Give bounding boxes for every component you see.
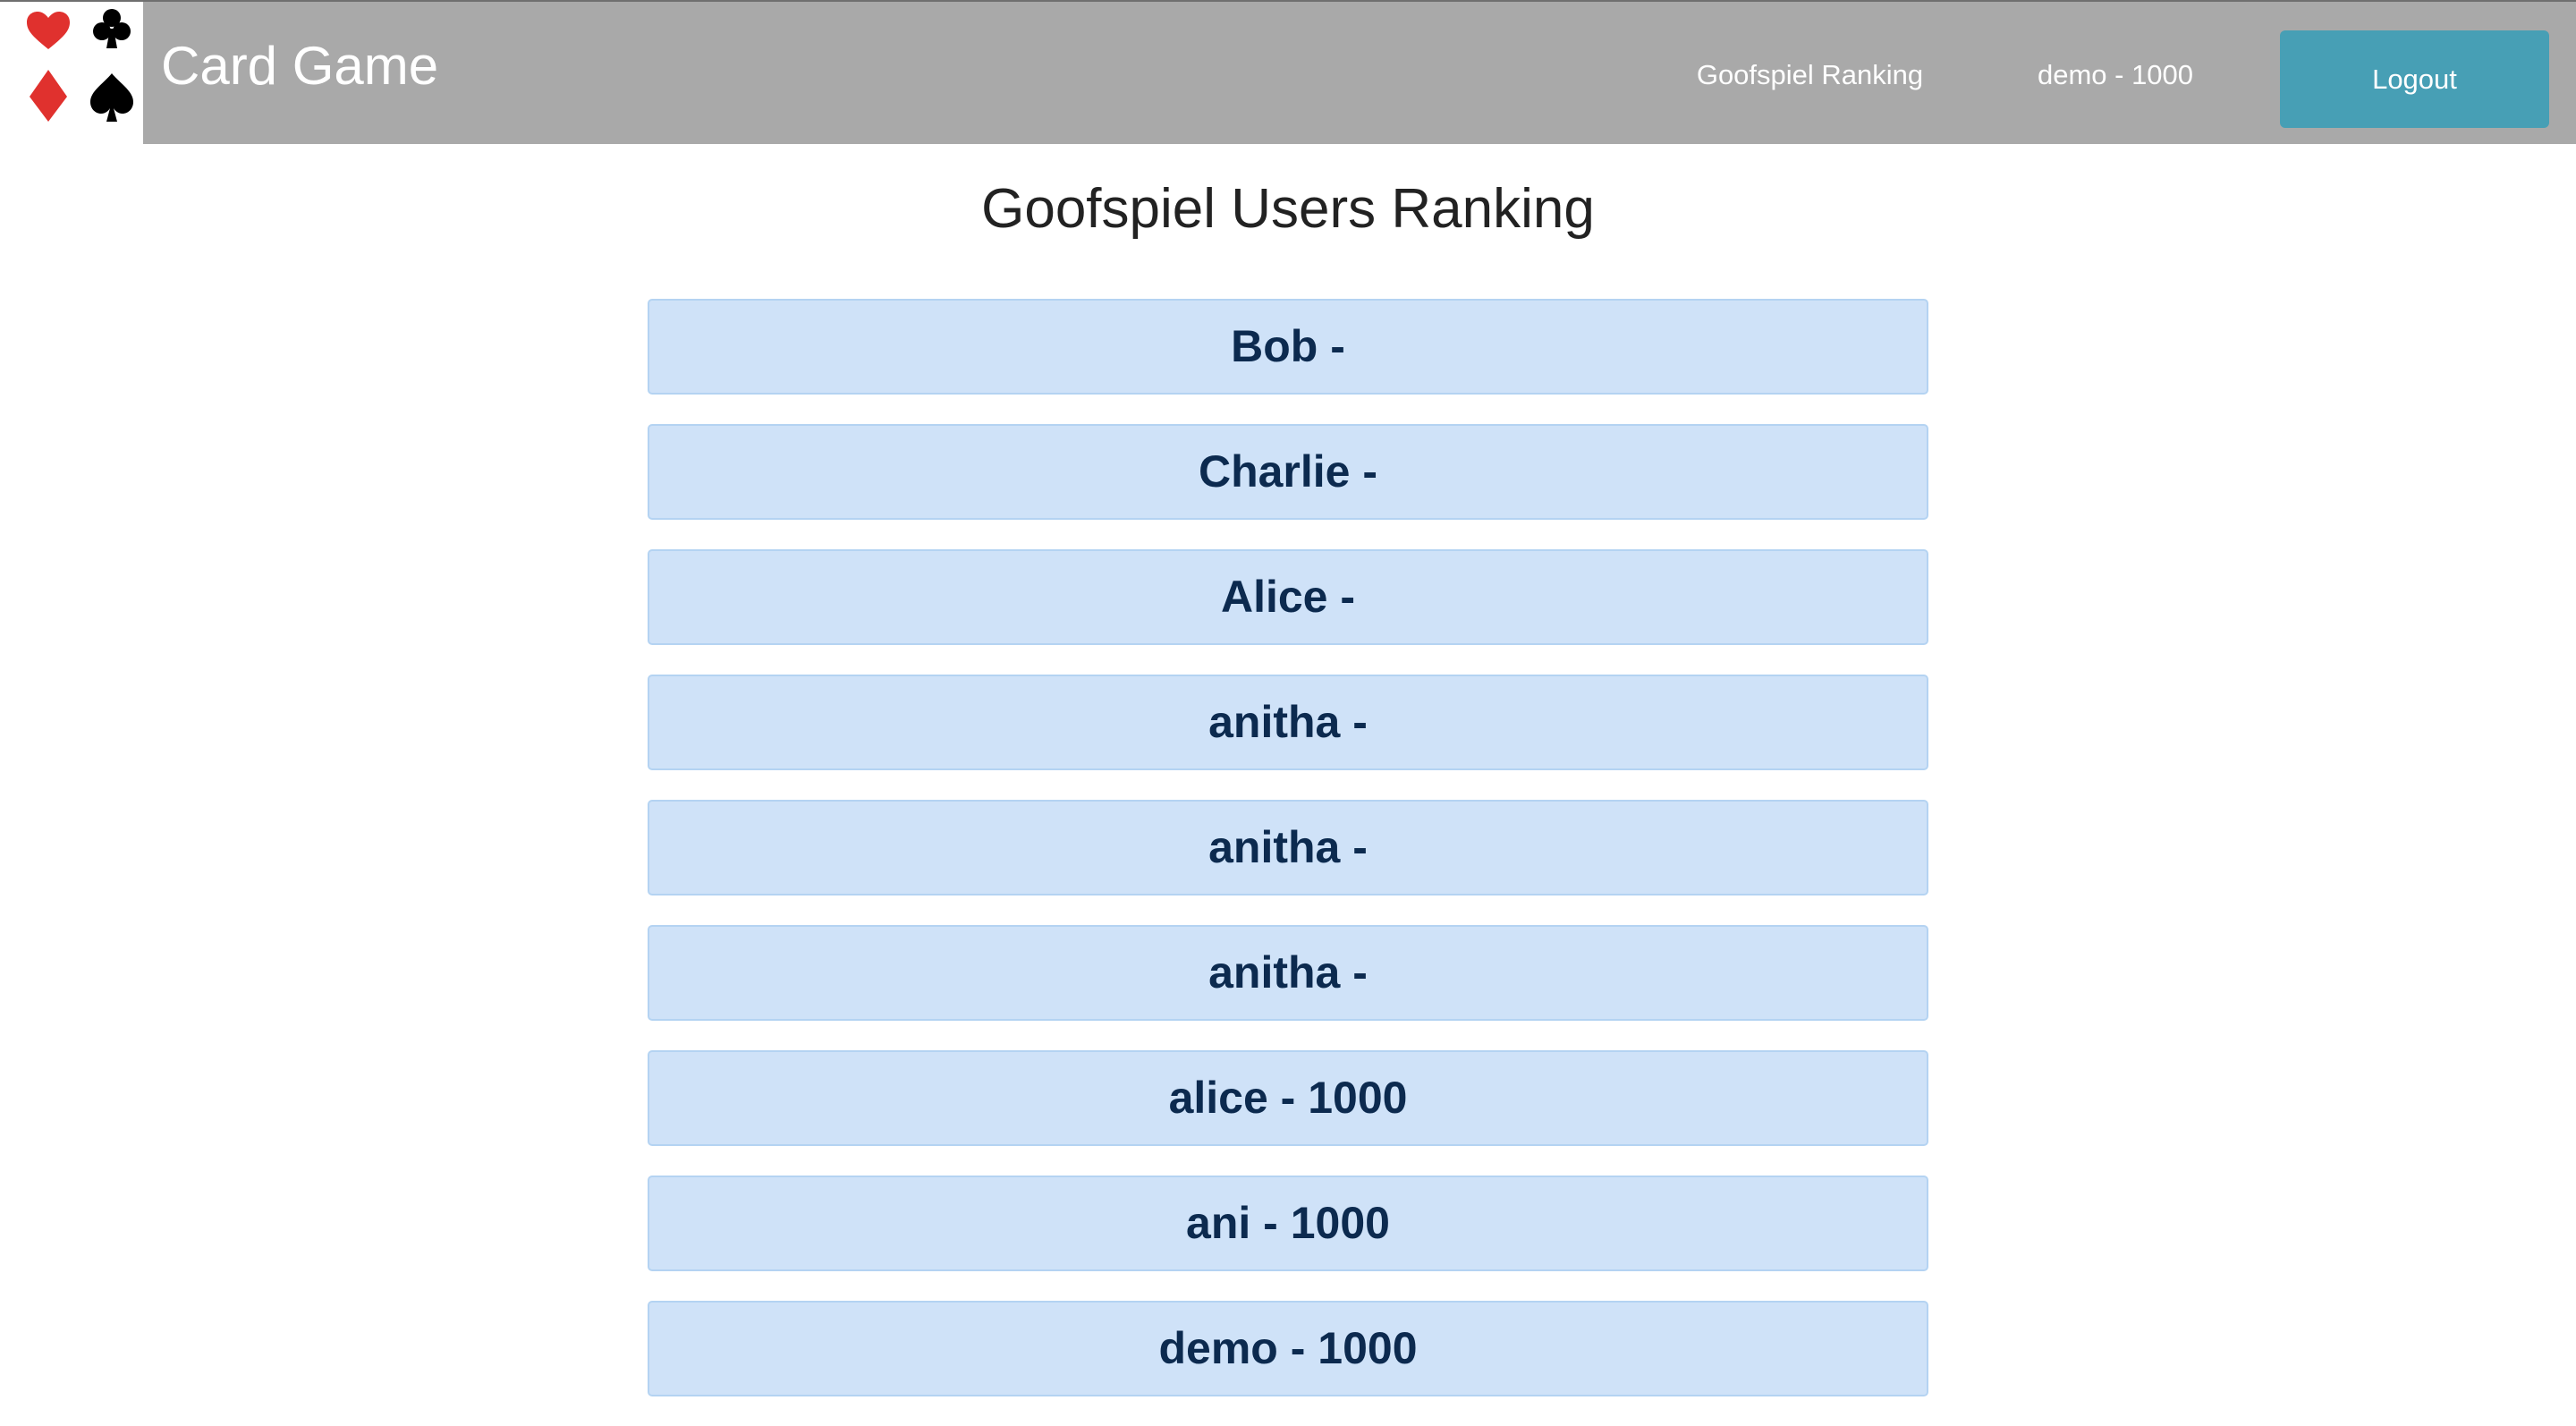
ranking-item: anitha -: [648, 925, 1928, 1021]
ranking-item: Charlie -: [648, 424, 1928, 520]
top-navbar: Card Game Goofspiel Ranking demo - 1000 …: [0, 0, 2576, 146]
heart-suit-icon: [27, 12, 70, 49]
page-title: Goofspiel Users Ranking: [981, 178, 1595, 240]
club-suit-icon: [93, 9, 131, 48]
ranking-item: Alice -: [648, 549, 1928, 645]
brand-title[interactable]: Card Game: [161, 30, 438, 102]
ranking-item: anitha -: [648, 675, 1928, 770]
ranking-list: Bob - Charlie - Alice - anitha - anitha …: [648, 299, 1928, 1426]
ranking-item: anitha -: [648, 800, 1928, 895]
card-suits-logo-icon[interactable]: [0, 2, 143, 146]
spade-suit-icon: [90, 73, 133, 122]
nav-user-score[interactable]: demo - 1000: [2032, 57, 2199, 93]
ranking-item: demo - 1000: [648, 1301, 1928, 1396]
diamond-suit-icon: [30, 70, 67, 122]
ranking-item: Bob -: [648, 299, 1928, 395]
ranking-item: alice - 1000: [648, 1050, 1928, 1146]
logout-button[interactable]: Logout: [2280, 30, 2549, 128]
ranking-item: ani - 1000: [648, 1176, 1928, 1271]
nav-link-goofspiel-ranking[interactable]: Goofspiel Ranking: [1691, 57, 1928, 93]
